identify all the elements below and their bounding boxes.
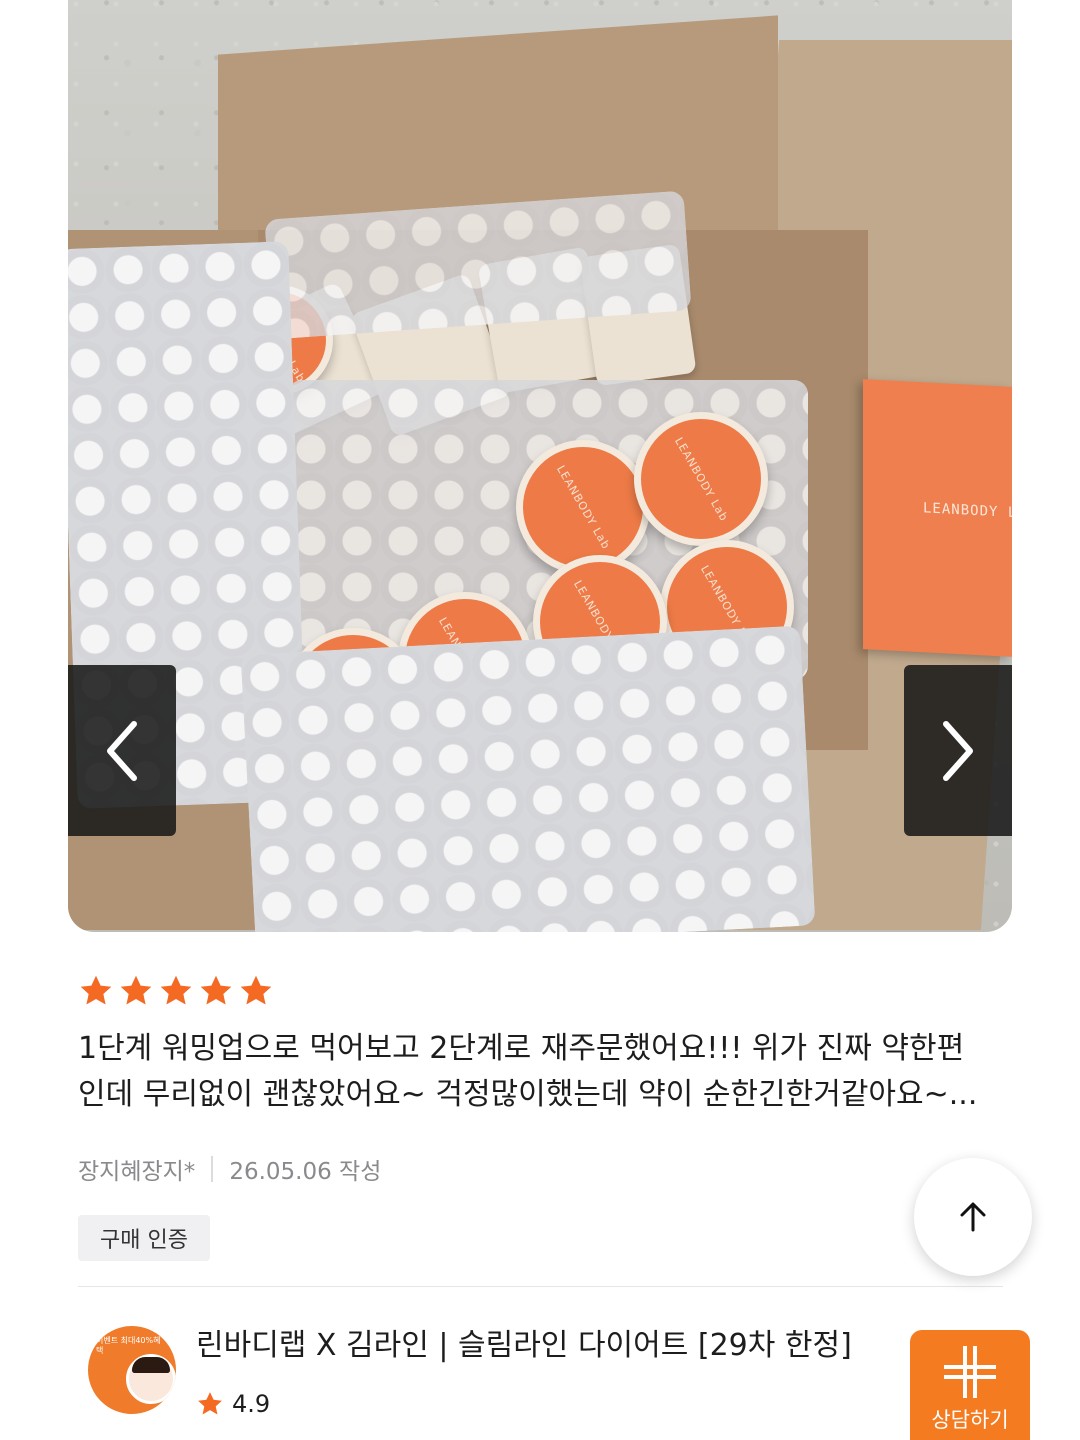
star-icon	[198, 1392, 222, 1415]
product-rating-value: 4.9	[232, 1390, 271, 1418]
review-meta: 장지혜장지* 26.05.06 작성	[78, 1152, 381, 1186]
product-thumbnail[interactable]: 이벤트 최대40%혜택	[88, 1326, 176, 1414]
star-icon	[240, 975, 272, 1005]
product-tub: LEANBODY Lab	[634, 412, 768, 546]
star-icon	[160, 975, 192, 1005]
star-icon	[120, 975, 152, 1005]
meta-divider	[211, 1156, 214, 1182]
section-divider	[78, 1286, 1003, 1287]
chevron-left-icon	[107, 720, 137, 781]
review-author: 장지혜장지*	[78, 1159, 196, 1185]
purchase-verified-badge: 구매 인증	[78, 1215, 210, 1261]
star-icon	[80, 975, 112, 1005]
consult-label: 상담하기	[931, 1408, 1009, 1432]
gallery-next-button[interactable]	[904, 665, 1012, 836]
scroll-to-top-button[interactable]	[914, 1158, 1032, 1276]
brand-booklet: LEANBODY Lab	[863, 379, 1012, 657]
review-text[interactable]: 1단계 워밍업으로 먹어보고 2단계로 재주문했어요!!! 위가 진짜 약한편 …	[78, 1026, 1008, 1118]
consult-button[interactable]: 상담하기	[910, 1330, 1030, 1440]
star-icon	[200, 975, 232, 1005]
review-photo[interactable]: LEANBODY Lab LEANBODY Lab LEANBODY Lab L…	[68, 0, 1012, 932]
chevron-right-icon	[943, 720, 973, 781]
product-tub: LEANBODY Lab	[516, 440, 650, 574]
thumbnail-promo-text: 이벤트 최대40%혜택	[96, 1336, 161, 1355]
rating-stars	[78, 973, 274, 1009]
arrow-up-icon	[960, 1202, 986, 1232]
gallery-prev-button[interactable]	[68, 665, 176, 836]
product-rating: 4.9	[196, 1390, 270, 1418]
booklet-logo: LEANBODY Lab	[923, 500, 1012, 523]
brand-cross-icon	[944, 1346, 996, 1398]
model-hair	[132, 1357, 170, 1373]
review-date: 26.05.06 작성	[229, 1159, 382, 1185]
product-title[interactable]: 린바디랩 X 김라인 | 슬림라인 다이어트 [29차 한정]	[196, 1320, 852, 1364]
bubble-wrap-bottom	[240, 625, 816, 932]
